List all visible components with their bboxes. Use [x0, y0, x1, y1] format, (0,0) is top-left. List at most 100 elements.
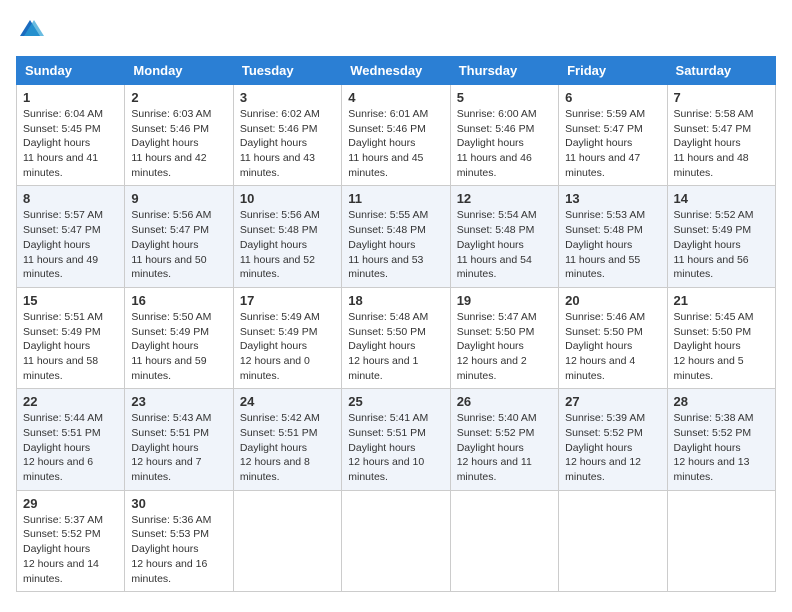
cell-info: Sunrise: 5:44 AM Sunset: 5:51 PM Dayligh… — [23, 411, 118, 484]
day-number: 18 — [348, 293, 443, 308]
cell-info: Sunrise: 5:50 AM Sunset: 5:49 PM Dayligh… — [131, 310, 226, 383]
col-header-sunday: Sunday — [17, 57, 125, 85]
cell-info: Sunrise: 5:49 AM Sunset: 5:49 PM Dayligh… — [240, 310, 335, 383]
calendar-cell: 23 Sunrise: 5:43 AM Sunset: 5:51 PM Dayl… — [125, 389, 233, 490]
cell-info: Sunrise: 5:39 AM Sunset: 5:52 PM Dayligh… — [565, 411, 660, 484]
day-number: 29 — [23, 496, 118, 511]
day-number: 13 — [565, 191, 660, 206]
day-number: 5 — [457, 90, 552, 105]
calendar-cell: 28 Sunrise: 5:38 AM Sunset: 5:52 PM Dayl… — [667, 389, 775, 490]
calendar-cell: 21 Sunrise: 5:45 AM Sunset: 5:50 PM Dayl… — [667, 287, 775, 388]
day-number: 20 — [565, 293, 660, 308]
calendar-cell: 12 Sunrise: 5:54 AM Sunset: 5:48 PM Dayl… — [450, 186, 558, 287]
calendar-cell: 4 Sunrise: 6:01 AM Sunset: 5:46 PM Dayli… — [342, 85, 450, 186]
calendar-cell: 11 Sunrise: 5:55 AM Sunset: 5:48 PM Dayl… — [342, 186, 450, 287]
day-number: 7 — [674, 90, 769, 105]
calendar-week-3: 15 Sunrise: 5:51 AM Sunset: 5:49 PM Dayl… — [17, 287, 776, 388]
cell-info: Sunrise: 5:52 AM Sunset: 5:49 PM Dayligh… — [674, 208, 769, 281]
day-number: 26 — [457, 394, 552, 409]
cell-info: Sunrise: 6:00 AM Sunset: 5:46 PM Dayligh… — [457, 107, 552, 180]
calendar-cell: 6 Sunrise: 5:59 AM Sunset: 5:47 PM Dayli… — [559, 85, 667, 186]
day-number: 8 — [23, 191, 118, 206]
cell-info: Sunrise: 5:51 AM Sunset: 5:49 PM Dayligh… — [23, 310, 118, 383]
day-number: 28 — [674, 394, 769, 409]
day-number: 16 — [131, 293, 226, 308]
calendar-cell: 9 Sunrise: 5:56 AM Sunset: 5:47 PM Dayli… — [125, 186, 233, 287]
page-header — [16, 16, 776, 44]
col-header-friday: Friday — [559, 57, 667, 85]
cell-info: Sunrise: 5:40 AM Sunset: 5:52 PM Dayligh… — [457, 411, 552, 484]
calendar-cell — [667, 490, 775, 591]
calendar-cell: 26 Sunrise: 5:40 AM Sunset: 5:52 PM Dayl… — [450, 389, 558, 490]
calendar-week-1: 1 Sunrise: 6:04 AM Sunset: 5:45 PM Dayli… — [17, 85, 776, 186]
logo-icon — [16, 16, 44, 44]
day-number: 4 — [348, 90, 443, 105]
col-header-saturday: Saturday — [667, 57, 775, 85]
calendar-week-5: 29 Sunrise: 5:37 AM Sunset: 5:52 PM Dayl… — [17, 490, 776, 591]
cell-info: Sunrise: 5:53 AM Sunset: 5:48 PM Dayligh… — [565, 208, 660, 281]
calendar-cell — [559, 490, 667, 591]
calendar-cell: 27 Sunrise: 5:39 AM Sunset: 5:52 PM Dayl… — [559, 389, 667, 490]
calendar-header-row: SundayMondayTuesdayWednesdayThursdayFrid… — [17, 57, 776, 85]
day-number: 3 — [240, 90, 335, 105]
calendar-cell: 17 Sunrise: 5:49 AM Sunset: 5:49 PM Dayl… — [233, 287, 341, 388]
cell-info: Sunrise: 6:04 AM Sunset: 5:45 PM Dayligh… — [23, 107, 118, 180]
day-number: 2 — [131, 90, 226, 105]
calendar-cell: 24 Sunrise: 5:42 AM Sunset: 5:51 PM Dayl… — [233, 389, 341, 490]
cell-info: Sunrise: 5:41 AM Sunset: 5:51 PM Dayligh… — [348, 411, 443, 484]
day-number: 24 — [240, 394, 335, 409]
calendar-cell: 19 Sunrise: 5:47 AM Sunset: 5:50 PM Dayl… — [450, 287, 558, 388]
calendar-cell: 15 Sunrise: 5:51 AM Sunset: 5:49 PM Dayl… — [17, 287, 125, 388]
day-number: 11 — [348, 191, 443, 206]
cell-info: Sunrise: 5:55 AM Sunset: 5:48 PM Dayligh… — [348, 208, 443, 281]
calendar-cell: 13 Sunrise: 5:53 AM Sunset: 5:48 PM Dayl… — [559, 186, 667, 287]
calendar-cell: 10 Sunrise: 5:56 AM Sunset: 5:48 PM Dayl… — [233, 186, 341, 287]
day-number: 15 — [23, 293, 118, 308]
calendar-cell — [342, 490, 450, 591]
calendar-week-2: 8 Sunrise: 5:57 AM Sunset: 5:47 PM Dayli… — [17, 186, 776, 287]
col-header-tuesday: Tuesday — [233, 57, 341, 85]
cell-info: Sunrise: 5:56 AM Sunset: 5:48 PM Dayligh… — [240, 208, 335, 281]
calendar-cell — [233, 490, 341, 591]
cell-info: Sunrise: 5:38 AM Sunset: 5:52 PM Dayligh… — [674, 411, 769, 484]
day-number: 23 — [131, 394, 226, 409]
cell-info: Sunrise: 5:54 AM Sunset: 5:48 PM Dayligh… — [457, 208, 552, 281]
cell-info: Sunrise: 5:58 AM Sunset: 5:47 PM Dayligh… — [674, 107, 769, 180]
day-number: 21 — [674, 293, 769, 308]
cell-info: Sunrise: 5:59 AM Sunset: 5:47 PM Dayligh… — [565, 107, 660, 180]
day-number: 19 — [457, 293, 552, 308]
cell-info: Sunrise: 5:45 AM Sunset: 5:50 PM Dayligh… — [674, 310, 769, 383]
cell-info: Sunrise: 5:42 AM Sunset: 5:51 PM Dayligh… — [240, 411, 335, 484]
cell-info: Sunrise: 5:43 AM Sunset: 5:51 PM Dayligh… — [131, 411, 226, 484]
calendar-cell: 5 Sunrise: 6:00 AM Sunset: 5:46 PM Dayli… — [450, 85, 558, 186]
calendar-cell: 8 Sunrise: 5:57 AM Sunset: 5:47 PM Dayli… — [17, 186, 125, 287]
cell-info: Sunrise: 5:47 AM Sunset: 5:50 PM Dayligh… — [457, 310, 552, 383]
cell-info: Sunrise: 5:36 AM Sunset: 5:53 PM Dayligh… — [131, 513, 226, 586]
day-number: 9 — [131, 191, 226, 206]
calendar-cell: 29 Sunrise: 5:37 AM Sunset: 5:52 PM Dayl… — [17, 490, 125, 591]
logo — [16, 16, 48, 44]
cell-info: Sunrise: 5:57 AM Sunset: 5:47 PM Dayligh… — [23, 208, 118, 281]
cell-info: Sunrise: 5:37 AM Sunset: 5:52 PM Dayligh… — [23, 513, 118, 586]
calendar-cell: 1 Sunrise: 6:04 AM Sunset: 5:45 PM Dayli… — [17, 85, 125, 186]
col-header-thursday: Thursday — [450, 57, 558, 85]
cell-info: Sunrise: 6:02 AM Sunset: 5:46 PM Dayligh… — [240, 107, 335, 180]
calendar-cell — [450, 490, 558, 591]
cell-info: Sunrise: 5:56 AM Sunset: 5:47 PM Dayligh… — [131, 208, 226, 281]
day-number: 6 — [565, 90, 660, 105]
col-header-monday: Monday — [125, 57, 233, 85]
day-number: 30 — [131, 496, 226, 511]
calendar-cell: 30 Sunrise: 5:36 AM Sunset: 5:53 PM Dayl… — [125, 490, 233, 591]
day-number: 25 — [348, 394, 443, 409]
calendar-cell: 18 Sunrise: 5:48 AM Sunset: 5:50 PM Dayl… — [342, 287, 450, 388]
day-number: 10 — [240, 191, 335, 206]
day-number: 17 — [240, 293, 335, 308]
day-number: 14 — [674, 191, 769, 206]
calendar-cell: 2 Sunrise: 6:03 AM Sunset: 5:46 PM Dayli… — [125, 85, 233, 186]
calendar-cell: 25 Sunrise: 5:41 AM Sunset: 5:51 PM Dayl… — [342, 389, 450, 490]
day-number: 12 — [457, 191, 552, 206]
day-number: 1 — [23, 90, 118, 105]
calendar-week-4: 22 Sunrise: 5:44 AM Sunset: 5:51 PM Dayl… — [17, 389, 776, 490]
day-number: 27 — [565, 394, 660, 409]
calendar-cell: 7 Sunrise: 5:58 AM Sunset: 5:47 PM Dayli… — [667, 85, 775, 186]
